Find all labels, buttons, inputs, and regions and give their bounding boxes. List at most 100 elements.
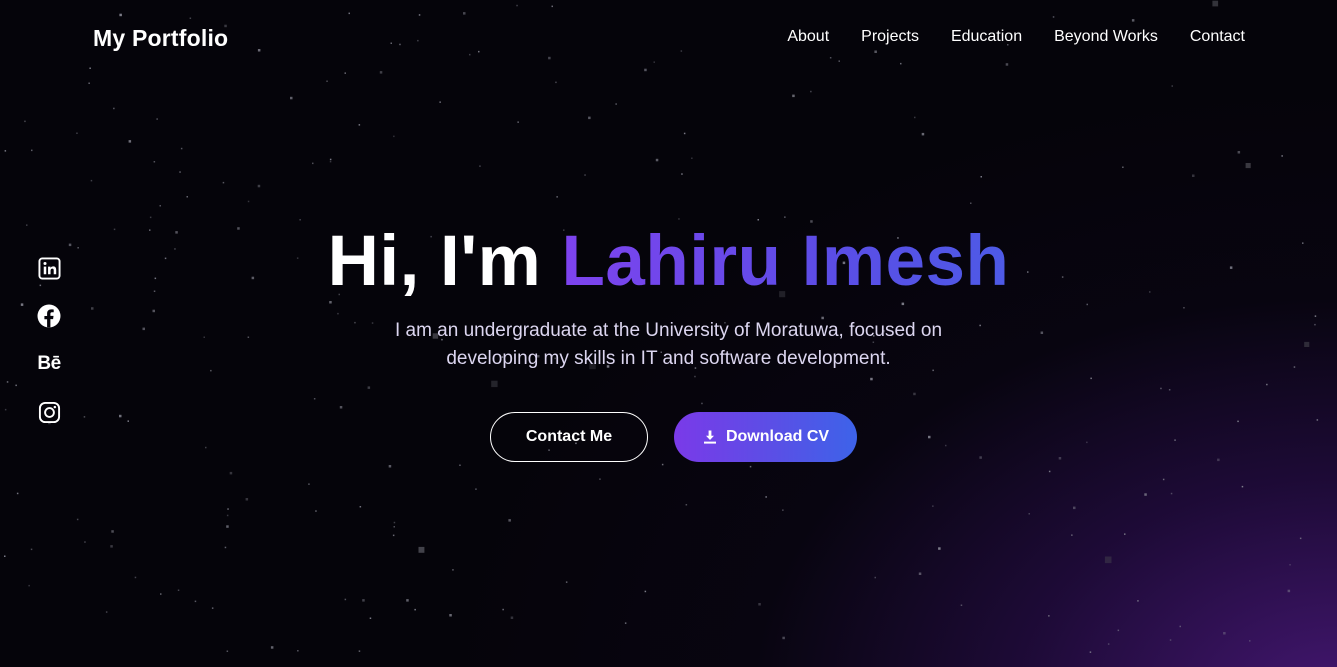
- star: [4, 150, 7, 152]
- star: [257, 184, 261, 188]
- star: [1122, 166, 1124, 168]
- star: [491, 380, 498, 388]
- star: [222, 181, 225, 184]
- star: [297, 650, 299, 652]
- star: [565, 581, 568, 583]
- star: [362, 599, 365, 602]
- star: [189, 17, 192, 19]
- star: [312, 162, 314, 165]
- nav-beyond-works[interactable]: Beyond Works: [1054, 28, 1158, 46]
- star: [270, 646, 274, 649]
- star: [1107, 643, 1110, 645]
- star: [392, 534, 395, 537]
- star: [683, 132, 686, 135]
- star: [414, 608, 416, 611]
- nav-about[interactable]: About: [787, 28, 829, 46]
- contact-me-button[interactable]: Contact Me: [490, 412, 648, 462]
- star: [418, 14, 421, 16]
- star: [691, 157, 693, 159]
- brand-logo[interactable]: My Portfolio: [93, 25, 228, 52]
- star: [229, 471, 233, 475]
- download-cv-button[interactable]: Download CV: [674, 412, 857, 462]
- star: [980, 176, 982, 178]
- star: [945, 444, 947, 447]
- star: [960, 604, 963, 606]
- star: [186, 196, 188, 198]
- star: [463, 12, 466, 15]
- star: [810, 90, 812, 93]
- star: [900, 62, 902, 65]
- nav-education[interactable]: Education: [951, 28, 1022, 46]
- star: [110, 545, 113, 548]
- star: [914, 116, 916, 119]
- star: [1249, 640, 1251, 642]
- star: [226, 650, 229, 652]
- star: [1237, 151, 1241, 154]
- star: [1048, 615, 1050, 617]
- star: [1168, 389, 1171, 391]
- instagram-icon[interactable]: [37, 400, 61, 424]
- star: [226, 514, 229, 517]
- star: [655, 158, 659, 162]
- star: [1104, 556, 1112, 564]
- star: [15, 384, 17, 387]
- star: [226, 525, 229, 528]
- star: [369, 617, 372, 619]
- star: [1245, 163, 1251, 169]
- hero-actions: Contact Me Download CV: [490, 412, 857, 462]
- star: [439, 101, 441, 103]
- star: [339, 406, 343, 409]
- star: [653, 61, 655, 63]
- star: [685, 504, 688, 506]
- star: [1089, 651, 1092, 653]
- star: [680, 50, 683, 52]
- star: [156, 118, 158, 120]
- star: [417, 39, 419, 42]
- star: [119, 414, 122, 418]
- star: [329, 158, 332, 161]
- star: [290, 96, 293, 100]
- star: [584, 174, 586, 176]
- download-cv-label: Download CV: [725, 428, 830, 445]
- star: [28, 584, 30, 587]
- star: [469, 53, 471, 56]
- star: [694, 375, 696, 378]
- star: [459, 464, 461, 466]
- nav-contact[interactable]: Contact: [1190, 28, 1245, 46]
- star: [1052, 16, 1055, 18]
- star: [970, 202, 972, 204]
- star: [1005, 63, 1009, 66]
- star: [329, 160, 332, 163]
- star: [1090, 377, 1092, 380]
- star: [1071, 534, 1073, 536]
- star: [932, 505, 934, 507]
- star: [83, 416, 86, 418]
- star: [113, 107, 115, 110]
- star: [348, 12, 350, 15]
- star: [782, 509, 784, 511]
- star: [874, 576, 876, 579]
- star: [84, 541, 86, 543]
- star: [921, 132, 925, 136]
- star: [388, 465, 392, 468]
- star: [1171, 85, 1173, 87]
- star: [119, 13, 122, 17]
- star: [1117, 629, 1120, 632]
- star: [1299, 537, 1302, 540]
- star: [367, 386, 371, 389]
- star: [105, 611, 108, 613]
- star: [344, 72, 346, 74]
- star: [516, 4, 518, 7]
- star: [749, 465, 752, 468]
- star: [478, 50, 480, 53]
- star: [1137, 600, 1139, 602]
- star: [89, 67, 91, 69]
- star: [127, 420, 129, 422]
- nav-projects[interactable]: Projects: [861, 28, 919, 46]
- star: [390, 42, 392, 44]
- star: [344, 598, 347, 601]
- star: [153, 161, 156, 163]
- star: [313, 398, 316, 400]
- star: [1174, 439, 1176, 441]
- star: [1058, 457, 1062, 460]
